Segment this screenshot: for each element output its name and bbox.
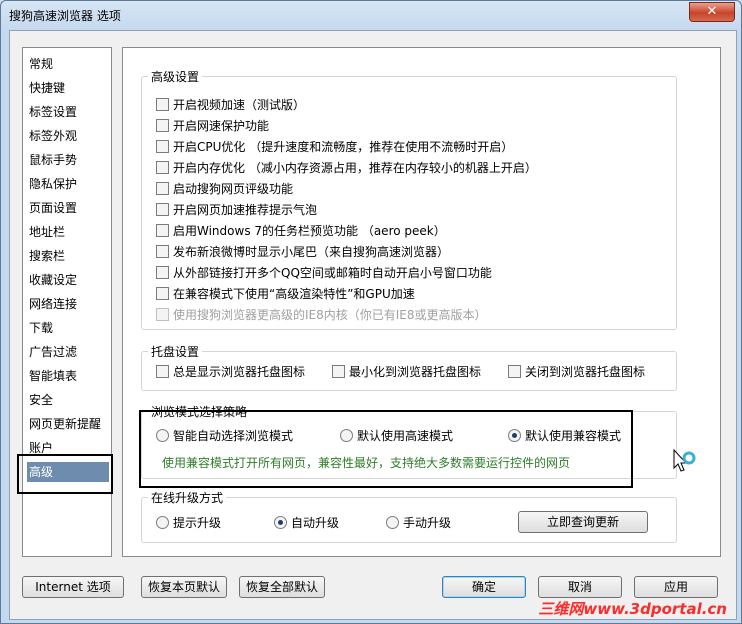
busy-cursor-icon	[673, 449, 696, 472]
group-title-tray: 托盘设置	[148, 343, 203, 360]
checkbox[interactable]	[156, 245, 169, 258]
sidebar-item-network[interactable]: 网络连接	[29, 294, 109, 314]
sidebar-item-general[interactable]: 常规	[29, 54, 109, 74]
checkbox[interactable]	[156, 203, 169, 216]
option-close-to-tray[interactable]: 关闭到浏览器托盘图标	[508, 362, 645, 382]
sidebar-item-tab-appearance[interactable]: 标签外观	[29, 126, 109, 146]
check-update-button[interactable]: 立即查询更新	[518, 511, 648, 533]
ok-button[interactable]: 确定	[442, 576, 526, 598]
sidebar-item-shortcuts[interactable]: 快捷键	[29, 78, 109, 98]
internet-options-button[interactable]: Internet 选项	[22, 576, 124, 598]
checkbox[interactable]	[156, 140, 169, 153]
checkbox[interactable]	[156, 224, 169, 237]
option-weibo-tail[interactable]: 发布新浪微博时显示小尾巴（来自搜狗高速浏览器）	[156, 242, 449, 262]
option-always-show-tray[interactable]: 总是显示浏览器托盘图标	[156, 362, 305, 382]
sidebar-item-ad-filter[interactable]: 广告过滤	[29, 342, 109, 362]
group-title-advanced: 高级设置	[148, 68, 203, 85]
option-label: 使用搜狗浏览器更高级的IE8内核（你已有IE8或更高版本）	[173, 308, 487, 322]
sidebar-item-search-bar[interactable]: 搜索栏	[29, 246, 109, 266]
sidebar-item-page-update-alert[interactable]: 网页更新提醒	[29, 414, 109, 434]
radio-manual-upgrade[interactable]: 手动升级	[386, 513, 451, 533]
checkbox[interactable]	[156, 365, 169, 378]
sidebar-item-address-bar[interactable]: 地址栏	[29, 222, 109, 242]
restore-all-defaults-button[interactable]: 恢复全部默认	[239, 576, 325, 598]
site-watermark: 三维网www.3dportal.cn	[538, 600, 727, 618]
checkbox[interactable]	[156, 161, 169, 174]
dialog-client-area: 常规 快捷键 标签设置 标签外观 鼠标手势 隐私保护 页面设置 地址栏 搜索栏 …	[9, 30, 737, 620]
option-label: 从外部链接打开多个QQ空间或邮箱时自动开启小号窗口功能	[173, 266, 492, 280]
option-cpu-optimization[interactable]: 开启CPU优化 （提升速度和流畅度，推荐在使用不流畅时开启）	[156, 137, 513, 157]
checkbox[interactable]	[156, 287, 169, 300]
sidebar-item-favorites[interactable]: 收藏设定	[29, 270, 109, 290]
advanced-panel: 高级设置 开启视频加速（测试版） 开启网速保护功能 开启CPU优化 （提升速度和…	[122, 47, 721, 557]
option-label: 提示升级	[173, 516, 222, 530]
option-network-protection[interactable]: 开启网速保护功能	[156, 116, 269, 136]
option-label: 关闭到浏览器托盘图标	[525, 365, 646, 379]
sidebar-item-download[interactable]: 下载	[29, 318, 109, 338]
radio-button[interactable]	[386, 516, 399, 529]
checkbox	[156, 308, 169, 321]
option-aero-peek[interactable]: 启用Windows 7的任务栏预览功能 （aero peek）	[156, 221, 446, 241]
checkbox[interactable]	[156, 98, 169, 111]
option-minimize-to-tray[interactable]: 最小化到浏览器托盘图标	[332, 362, 481, 382]
highlight-box-browse-mode	[139, 410, 633, 488]
option-label: 启动搜狗网页评级功能	[173, 182, 294, 196]
option-label: 启用Windows 7的任务栏预览功能 （aero peek）	[173, 224, 446, 238]
radio-button[interactable]	[156, 516, 169, 529]
sidebar-item-autofill[interactable]: 智能填表	[29, 366, 109, 386]
restore-page-defaults-button[interactable]: 恢复本页默认	[141, 576, 227, 598]
online-upgrade-group: 在线升级方式 提示升级 自动升级 手动升级 立即查询更新	[141, 489, 677, 543]
cancel-button[interactable]: 取消	[538, 576, 622, 598]
title-bar: 搜狗高速浏览器 选项 ✕	[1, 1, 741, 29]
sidebar-item-security[interactable]: 安全	[29, 390, 109, 410]
option-label: 开启网页加速推荐提示气泡	[173, 203, 318, 217]
close-button[interactable]: ✕	[689, 2, 735, 22]
option-multi-account-window[interactable]: 从外部链接打开多个QQ空间或邮箱时自动开启小号窗口功能	[156, 263, 492, 283]
option-label: 开启CPU优化 （提升速度和流畅度，推荐在使用不流畅时开启）	[173, 140, 514, 154]
checkbox[interactable]	[156, 182, 169, 195]
option-ie8-kernel: 使用搜狗浏览器更高级的IE8内核（你已有IE8或更高版本）	[156, 305, 487, 325]
sidebar-item-tab-settings[interactable]: 标签设置	[29, 102, 109, 122]
checkbox[interactable]	[156, 266, 169, 279]
option-label: 开启网速保护功能	[173, 119, 270, 133]
option-gpu-acceleration[interactable]: 在兼容模式下使用“高级渲染特性”和GPU加速	[156, 284, 415, 304]
checkbox[interactable]	[508, 365, 521, 378]
tray-settings-group: 托盘设置 总是显示浏览器托盘图标 最小化到浏览器托盘图标 关闭到浏览器托盘图标	[141, 343, 677, 391]
apply-button[interactable]: 应用	[634, 576, 718, 598]
radio-auto-upgrade[interactable]: 自动升级	[274, 513, 339, 533]
option-video-acceleration[interactable]: 开启视频加速（测试版）	[156, 95, 305, 115]
option-label: 发布新浪微博时显示小尾巴（来自搜狗高速浏览器）	[173, 245, 450, 259]
radio-button[interactable]	[274, 516, 287, 529]
option-memory-optimization[interactable]: 开启内存优化 （减小内存资源占用，推荐在内存较小的机器上开启）	[156, 158, 537, 178]
highlight-box-advanced	[17, 454, 113, 494]
group-title-upgrade: 在线升级方式	[148, 489, 227, 506]
sidebar-item-mouse-gestures[interactable]: 鼠标手势	[29, 150, 109, 170]
sidebar-item-page-settings[interactable]: 页面设置	[29, 198, 109, 218]
option-acceleration-bubble[interactable]: 开启网页加速推荐提示气泡	[156, 200, 317, 220]
option-page-rating[interactable]: 启动搜狗网页评级功能	[156, 179, 293, 199]
option-label: 手动升级	[403, 516, 452, 530]
checkbox[interactable]	[332, 365, 345, 378]
sidebar-item-privacy[interactable]: 隐私保护	[29, 174, 109, 194]
advanced-settings-group: 高级设置 开启视频加速（测试版） 开启网速保护功能 开启CPU优化 （提升速度和…	[141, 68, 677, 330]
option-label: 在兼容模式下使用“高级渲染特性”和GPU加速	[173, 287, 415, 301]
close-icon: ✕	[706, 4, 718, 19]
window-title: 搜狗高速浏览器 选项	[9, 9, 121, 23]
option-label: 开启内存优化 （减小内存资源占用，推荐在内存较小的机器上开启）	[173, 161, 537, 175]
option-label: 总是显示浏览器托盘图标	[173, 365, 306, 379]
options-dialog: 搜狗高速浏览器 选项 ✕ 常规 快捷键 标签设置 标签外观 鼠标手势 隐私保护 …	[0, 0, 742, 624]
option-label: 自动升级	[291, 516, 340, 530]
checkbox[interactable]	[156, 119, 169, 132]
radio-prompt-upgrade[interactable]: 提示升级	[156, 513, 221, 533]
option-label: 开启视频加速（测试版）	[173, 98, 306, 112]
option-label: 最小化到浏览器托盘图标	[349, 365, 482, 379]
